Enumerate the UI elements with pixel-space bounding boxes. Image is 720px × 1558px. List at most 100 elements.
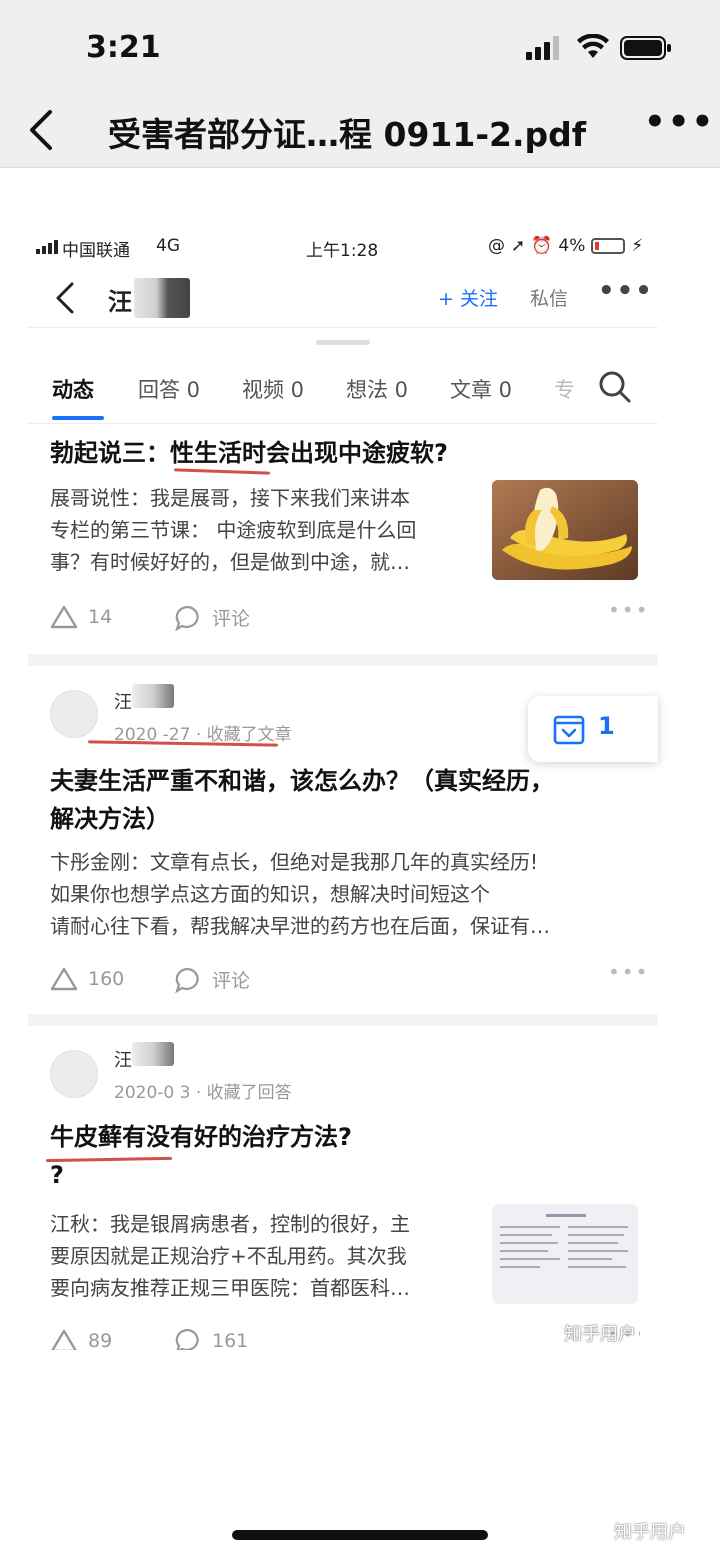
excerpt-line: 卞彤金刚：文章有点长，但绝对是我那几年的真实经历!	[50, 850, 539, 874]
upvote-count: 89	[88, 1330, 113, 1350]
document-image	[492, 1204, 638, 1304]
collection-badge[interactable]: 1	[528, 696, 658, 762]
upvote-icon	[50, 967, 78, 991]
ios-status-bar: 3:21	[0, 0, 720, 96]
comment-button[interactable]: 161	[174, 1328, 248, 1350]
card-more-button[interactable]: •••	[608, 960, 649, 984]
activity-meta: 2020-0 3 · 收藏了回答	[114, 1083, 292, 1103]
tab-articles[interactable]: 文章 0	[450, 374, 512, 404]
tab-thoughts[interactable]: 想法 0	[346, 374, 408, 404]
comment-count: 161	[212, 1330, 249, 1350]
card-actions: 89 161 •••	[50, 1326, 640, 1350]
profile-header: 汪 + 关注 私信 •••	[28, 272, 658, 328]
title-line: ?	[50, 1161, 64, 1189]
excerpt-line: 专栏的第三节课： 中途疲软到底是什么回	[50, 518, 417, 542]
tab-activity[interactable]: 动态	[52, 374, 94, 404]
charging-icon: ⚡	[631, 236, 644, 256]
upvote-icon	[50, 605, 78, 629]
card-more-button[interactable]: •••	[608, 598, 649, 622]
document-page: 中国联通 4G 上午1:28 @ ➚ ⏰ 4% ⚡ 汪 + 关注 私信 ••• …	[28, 168, 658, 1368]
excerpt-line: 请耐心往下看，帮我解决早泄的药方也在后面，保证有…	[50, 914, 550, 938]
upvote-count: 160	[88, 968, 125, 990]
pdf-viewer-navbar: 受害者部分证…程 0911-2.pdf •••	[0, 96, 720, 168]
inner-carrier: 中国联通	[62, 241, 130, 261]
card-excerpt: 展哥说性：我是展哥，接下来我们来讲本 专栏的第三节课： 中途疲软到底是什么回 事…	[50, 482, 416, 578]
search-icon[interactable]	[598, 370, 632, 404]
excerpt-line: 江秋：我是银屑病患者，控制的很好，主	[50, 1212, 410, 1236]
alarm-icon: ⏰	[531, 236, 553, 256]
card-title[interactable]: 牛皮藓有没有好的治疗方法? ?	[50, 1118, 352, 1194]
feed-card[interactable]: 汪 2020-0 3 · 收藏了回答 牛皮藓有没有好的治疗方法? ? 江秋：我是…	[28, 1026, 658, 1356]
watermark: 知乎用户	[564, 1324, 636, 1345]
cellular-signal-icon	[526, 36, 559, 60]
title-line: 解决方法）	[50, 805, 170, 833]
avatar[interactable]	[50, 1050, 98, 1098]
upvote-button[interactable]: 160	[50, 966, 124, 992]
inner-network: 4G	[156, 236, 180, 256]
message-button[interactable]: 私信	[530, 284, 568, 311]
card-title[interactable]: 勃起说三：性生活时会出现中途疲软?	[50, 434, 448, 472]
excerpt-line: 展哥说性：我是展哥，接下来我们来讲本	[50, 486, 410, 510]
card-actions: 14 评论 •••	[50, 598, 647, 634]
card-excerpt: 江秋：我是银屑病患者，控制的很好，主 要原因就是正规治疗+不乱用药。其次我 要向…	[50, 1208, 410, 1304]
collection-count: 1	[598, 712, 615, 740]
title-line: 夫妻生活严重不和谐，该怎么办？（真实经历，	[50, 767, 554, 795]
redaction-blur	[134, 278, 190, 318]
battery-icon	[620, 36, 671, 60]
upvote-button[interactable]: 14	[50, 604, 112, 630]
excerpt-line: 要原因就是正规治疗+不乱用药。其次我	[50, 1244, 407, 1268]
comment-button[interactable]: 评论	[174, 604, 250, 631]
inner-battery-percent: 4%	[558, 236, 586, 256]
excerpt-line: 事？有时候好好的，但是做到中途，就…	[50, 550, 410, 574]
title-line: 牛皮藓有没有好的治疗方法?	[50, 1123, 352, 1151]
inner-more-button[interactable]: •••	[598, 276, 654, 306]
home-indicator[interactable]	[232, 1530, 488, 1540]
card-title[interactable]: 夫妻生活严重不和谐，该怎么办？（真实经历， 解决方法）	[50, 762, 554, 838]
card-excerpt: 卞彤金刚：文章有点长，但绝对是我那几年的真实经历! 如果你也想学点这方面的知识，…	[50, 846, 650, 942]
profile-name: 汪	[108, 288, 132, 316]
inner-time: 上午1:28	[306, 241, 379, 261]
avatar[interactable]	[50, 690, 98, 738]
more-options-button[interactable]: •••	[644, 102, 715, 142]
user-name[interactable]: 汪	[114, 1046, 132, 1072]
profile-tabs: 动态 回答 0 视频 0 想法 0 文章 0 专	[28, 364, 658, 424]
collection-icon	[553, 715, 585, 745]
comment-icon	[175, 967, 199, 993]
comment-icon	[175, 1328, 199, 1350]
back-chevron-icon[interactable]	[26, 108, 58, 152]
upvote-count: 14	[88, 606, 113, 628]
upvote-icon	[51, 1329, 77, 1350]
drag-handle[interactable]	[316, 340, 370, 345]
location-icon: ➚	[511, 236, 526, 256]
tab-videos[interactable]: 视频 0	[242, 374, 304, 404]
watermark: 知乎用户	[614, 1522, 686, 1543]
excerpt-line: 如果你也想学点这方面的知识，想解决时间短这个	[50, 882, 490, 906]
active-tab-indicator	[52, 416, 104, 420]
document-title: 受害者部分证…程 0911-2.pdf	[108, 115, 587, 154]
banana-image	[492, 480, 638, 580]
inner-signal-icon	[36, 240, 58, 254]
excerpt-line: 要向病友推荐正规三甲医院：首都医科…	[50, 1276, 410, 1300]
upvote-button[interactable]: 89	[50, 1328, 112, 1350]
redaction-blur	[132, 684, 174, 708]
card-separator	[28, 1014, 658, 1026]
tab-answers[interactable]: 回答 0	[138, 374, 200, 404]
follow-button[interactable]: + 关注	[438, 284, 498, 311]
inner-battery-icon	[591, 238, 626, 254]
wifi-icon	[577, 34, 609, 58]
card-separator	[28, 654, 658, 666]
inner-back-icon[interactable]	[52, 280, 78, 316]
lock-rotation-icon: @	[488, 236, 505, 256]
comment-label: 评论	[212, 608, 251, 630]
comment-button[interactable]: 评论	[174, 966, 250, 993]
card-actions: 160 评论 •••	[50, 960, 647, 996]
status-time: 3:21	[86, 30, 161, 65]
inner-status-bar: 中国联通 4G 上午1:28 @ ➚ ⏰ 4% ⚡	[28, 232, 658, 262]
inner-status-right: @ ➚ ⏰ 4% ⚡	[488, 236, 643, 256]
tab-columns[interactable]: 专	[554, 374, 575, 404]
comment-label: 评论	[212, 970, 251, 992]
redaction-blur	[132, 1042, 174, 1066]
feed-card[interactable]: 勃起说三：性生活时会出现中途疲软? 展哥说性：我是展哥，接下来我们来讲本 专栏的…	[28, 426, 658, 652]
user-name[interactable]: 汪	[114, 688, 132, 714]
comment-icon	[175, 605, 199, 631]
